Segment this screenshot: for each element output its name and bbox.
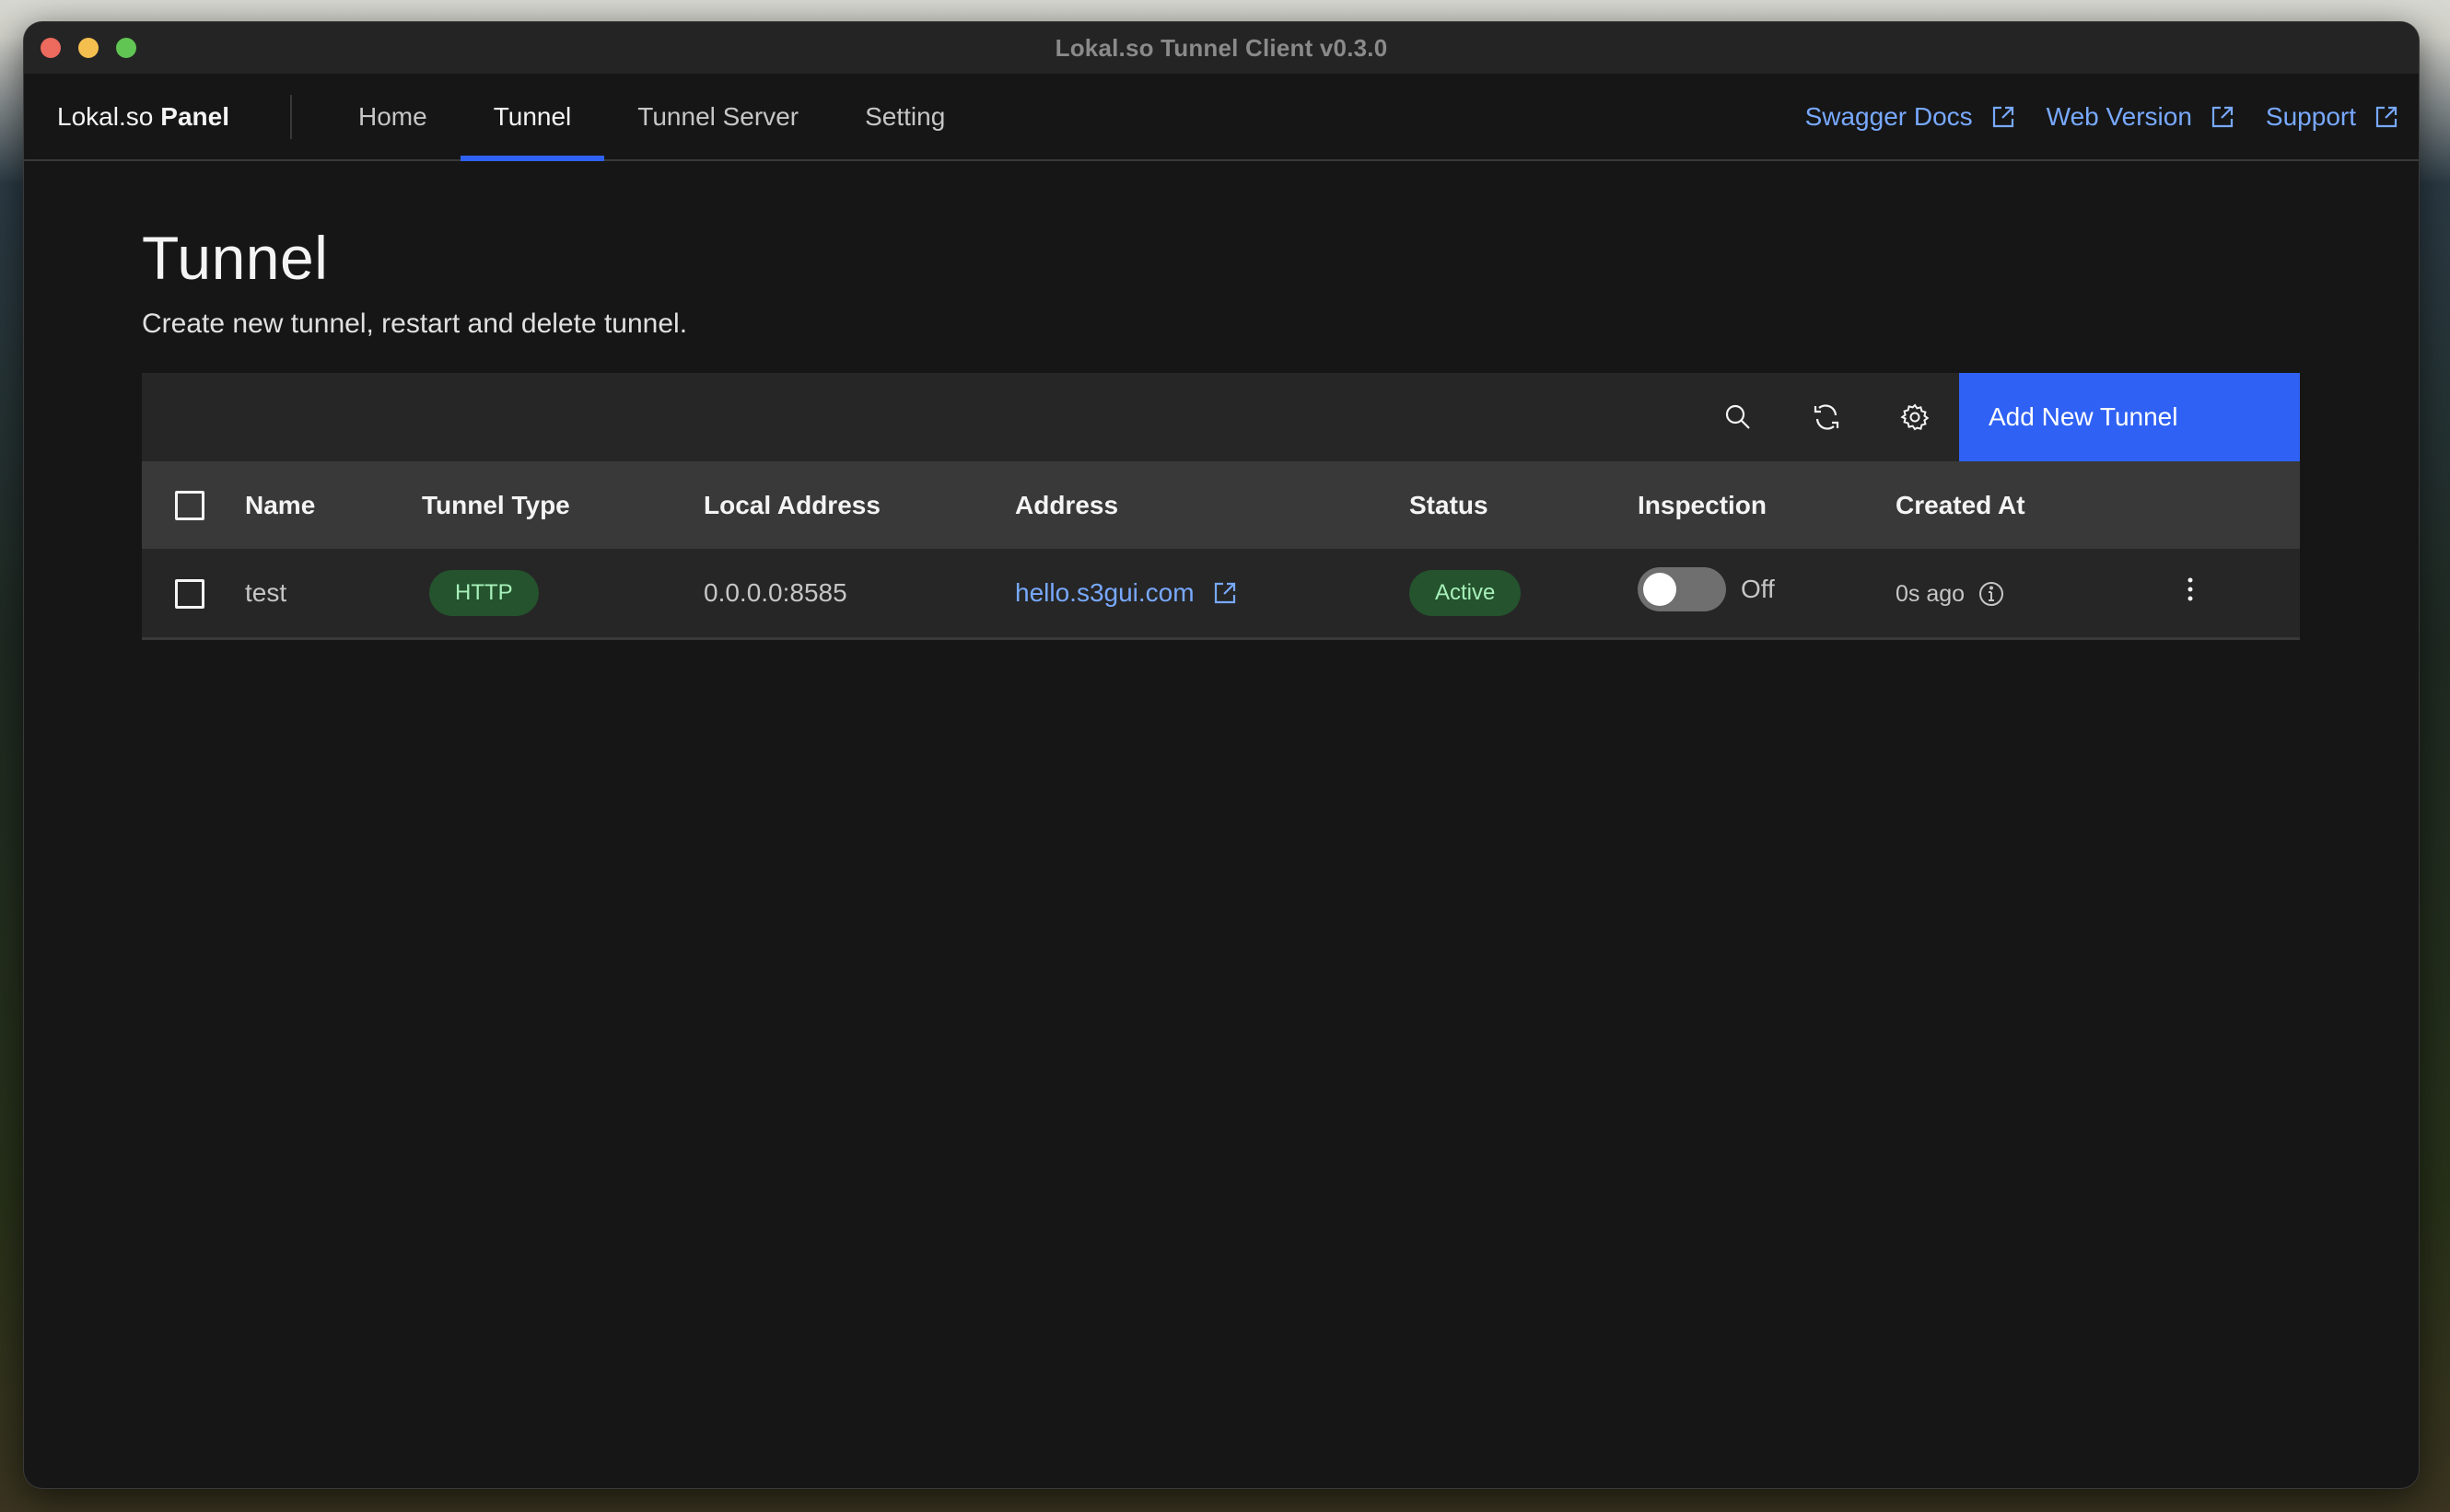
window-controls (41, 38, 136, 58)
inspection-cell: Off (1638, 549, 1896, 638)
table-settings-button[interactable] (1871, 373, 1959, 461)
tab-tunnel-server[interactable]: Tunnel Server (604, 74, 832, 159)
brand-prefix: Lokal.so (57, 101, 154, 131)
tunnel-table: Name Tunnel Type Local Address Address S… (142, 461, 2300, 640)
table-toolbar: Add New Tunnel (142, 373, 2300, 461)
row-actions-cell (2172, 549, 2300, 638)
app-window: Lokal.so Tunnel Client v0.3.0 Lokal.so P… (24, 22, 2419, 1488)
table-header-row: Name Tunnel Type Local Address Address S… (142, 461, 2300, 549)
close-window-button[interactable] (41, 38, 61, 58)
external-link-icon (2211, 106, 2234, 127)
column-header-status[interactable]: Status (1409, 461, 1638, 549)
tunnel-name: test (245, 577, 287, 607)
inspection-toggle-label: Off (1741, 575, 1775, 604)
created-at-cell: 0s ago (1896, 549, 2172, 638)
tab-setting[interactable]: Setting (832, 74, 978, 159)
search-icon (1725, 404, 1750, 429)
column-header-local-address[interactable]: Local Address (704, 461, 1015, 549)
brand-bold: Panel (160, 101, 229, 131)
inspection-toggle-wrapper: Off (1638, 567, 1775, 612)
info-icon[interactable] (1978, 580, 2005, 608)
table-row: test HTTP 0.0.0.0:8585 hello.s3gui.com A… (142, 549, 2300, 638)
top-navigation: Lokal.so Panel Home Tunnel Tunnel Server… (24, 74, 2419, 161)
swagger-docs-link[interactable]: Swagger Docs (1805, 102, 2015, 132)
web-version-link[interactable]: Web Version (2047, 102, 2234, 132)
add-new-tunnel-button[interactable]: Add New Tunnel (1959, 373, 2300, 461)
tab-home[interactable]: Home (325, 74, 461, 159)
main-content: Tunnel Create new tunnel, restart and de… (24, 227, 2419, 640)
tab-label: Tunnel Server (637, 101, 799, 131)
settings-icon (1900, 403, 1930, 431)
refresh-icon (1814, 404, 1839, 430)
tab-tunnel[interactable]: Tunnel (460, 74, 605, 161)
column-header-inspection[interactable]: Inspection (1638, 461, 1896, 549)
overflow-menu-icon[interactable] (2172, 571, 2209, 608)
external-link-icon (2375, 106, 2398, 127)
tunnel-address-link[interactable]: hello.s3gui.com (1015, 578, 1237, 608)
tab-label: Tunnel (493, 101, 572, 131)
window-title: Lokal.so Tunnel Client v0.3.0 (1055, 33, 1388, 62)
column-header-address[interactable]: Address (1015, 461, 1409, 549)
tab-label: Setting (865, 101, 946, 131)
link-label: Swagger Docs (1804, 101, 1973, 131)
external-link-icon (1992, 106, 2013, 127)
minimize-window-button[interactable] (78, 38, 99, 58)
status-badge: Active (1409, 569, 1522, 616)
column-header-created-at[interactable]: Created At (1896, 461, 2172, 549)
tunnel-type-badge: HTTP (429, 569, 539, 616)
search-button[interactable] (1694, 373, 1782, 461)
inspection-toggle[interactable] (1638, 567, 1726, 612)
select-all-cell (142, 461, 245, 549)
title-bar: Lokal.so Tunnel Client v0.3.0 (24, 22, 2419, 74)
maximize-window-button[interactable] (116, 38, 136, 58)
nav-tabs: Home Tunnel Tunnel Server Setting (325, 74, 978, 161)
page-title: Tunnel (142, 224, 329, 292)
column-header-name[interactable]: Name (245, 461, 422, 549)
link-label: Web Version (2046, 101, 2192, 131)
page-subtitle: Create new tunnel, restart and delete tu… (142, 308, 688, 339)
created-at-text: 0s ago (1896, 580, 1966, 607)
created-at: 0s ago (1896, 580, 2005, 608)
brand-logo[interactable]: Lokal.so Panel (24, 74, 292, 159)
tab-label: Home (358, 101, 427, 131)
tunnel-type-cell: HTTP (422, 549, 704, 638)
row-checkbox[interactable] (175, 578, 204, 609)
column-header-tunnel-type[interactable]: Tunnel Type (422, 461, 704, 549)
address-cell: hello.s3gui.com (1015, 549, 1409, 638)
address-text: hello.s3gui.com (1015, 577, 1195, 607)
local-address: 0.0.0.0:8585 (704, 577, 847, 607)
status-cell: Active (1409, 549, 1638, 638)
tunnel-table-container: Add New Tunnel Name Tunnel Type Local Ad… (142, 373, 2300, 640)
select-all-checkbox[interactable] (175, 491, 204, 521)
refresh-button[interactable] (1782, 373, 1871, 461)
external-link-icon (1214, 582, 1235, 603)
external-links: Swagger Docs Web Version Support (1805, 74, 2419, 159)
row-select-cell (142, 549, 245, 638)
column-header-actions (2172, 461, 2300, 549)
link-label: Support (2265, 101, 2356, 131)
support-link[interactable]: Support (2266, 102, 2398, 132)
